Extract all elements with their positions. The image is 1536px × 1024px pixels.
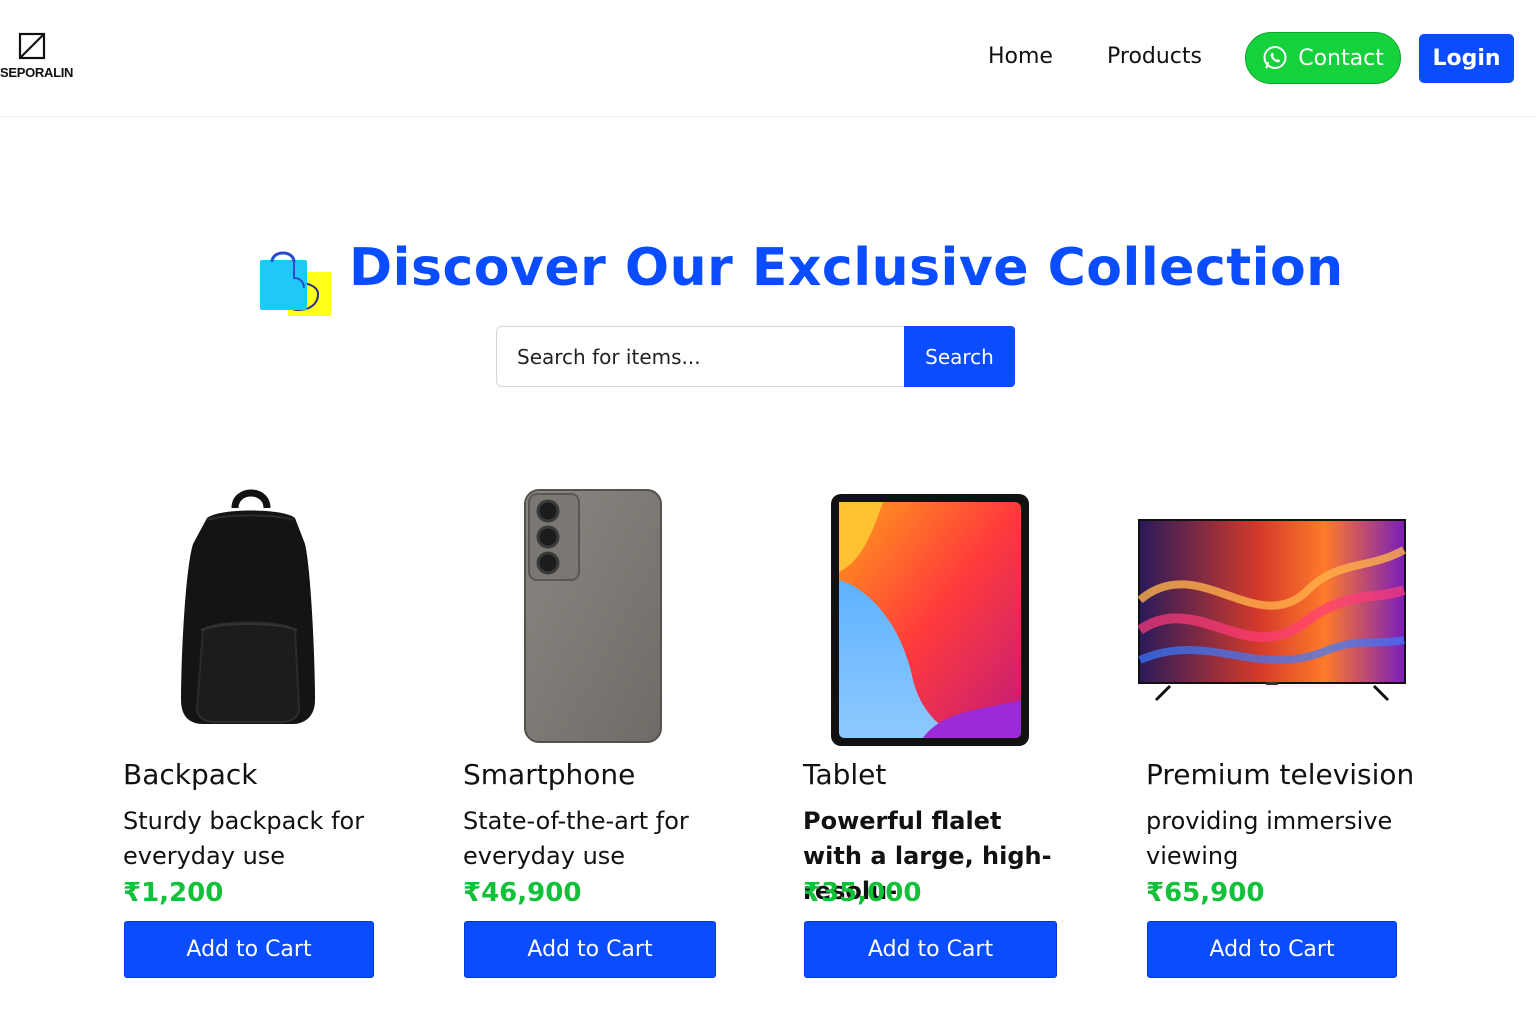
product-card: Tablet Powerful flalet with a large, hig… <box>803 480 1063 990</box>
product-price: ₹65,900 <box>1146 878 1265 908</box>
page-title: Discover Our Exclusive Collection <box>349 238 1344 298</box>
brand-logo[interactable]: SEPORALIN <box>0 30 74 82</box>
product-description: providing immersive viewing <box>1146 807 1393 870</box>
search-button[interactable]: Search <box>904 326 1015 387</box>
product-card: Premium television providing immersive v… <box>1138 480 1414 990</box>
contact-button[interactable]: Contact <box>1245 32 1401 84</box>
add-to-cart-button[interactable]: Add to Cart <box>464 921 716 978</box>
contact-label: Contact <box>1298 45 1384 71</box>
product-name: Backpack <box>123 758 258 791</box>
site-header: SEPORALIN Home Products Contact Login <box>0 0 1536 117</box>
add-to-cart-button[interactable]: Add to Cart <box>124 921 374 978</box>
television-image <box>1138 519 1406 702</box>
product-card: Backpack Sturdy backpack for everyday us… <box>123 480 383 990</box>
nav-home-link[interactable]: Home <box>988 44 1053 69</box>
tablet-image <box>831 494 1029 746</box>
search-input[interactable] <box>496 326 906 387</box>
add-to-cart-button[interactable]: Add to Cart <box>804 921 1057 978</box>
brand-name: SEPORALIN <box>0 65 74 80</box>
product-price: ₹35,000 <box>803 878 922 908</box>
add-to-cart-button[interactable]: Add to Cart <box>1147 921 1397 978</box>
product-price: ₹46,900 <box>463 878 582 908</box>
login-button[interactable]: Login <box>1419 34 1514 83</box>
smartphone-image <box>524 489 662 743</box>
product-description: State-of-the-art ƒor everyday use <box>463 807 689 870</box>
nav-products-link[interactable]: Products <box>1107 44 1202 69</box>
product-description: Sturdy backpack for everyday use <box>123 807 365 870</box>
product-name: Tablet <box>803 758 887 791</box>
logo-mark-icon <box>18 32 46 60</box>
product-name: Smartphone <box>463 758 636 791</box>
whatsapp-icon <box>1263 46 1287 69</box>
product-card: Smartphone State-of-the-art ƒor everyday… <box>463 480 723 990</box>
product-name: Premium television <box>1146 758 1415 791</box>
shopping-bag-icon <box>260 251 331 316</box>
product-price: ₹1,200 <box>123 878 224 908</box>
backpack-image <box>181 489 315 724</box>
search-bar: Search <box>496 326 1015 387</box>
